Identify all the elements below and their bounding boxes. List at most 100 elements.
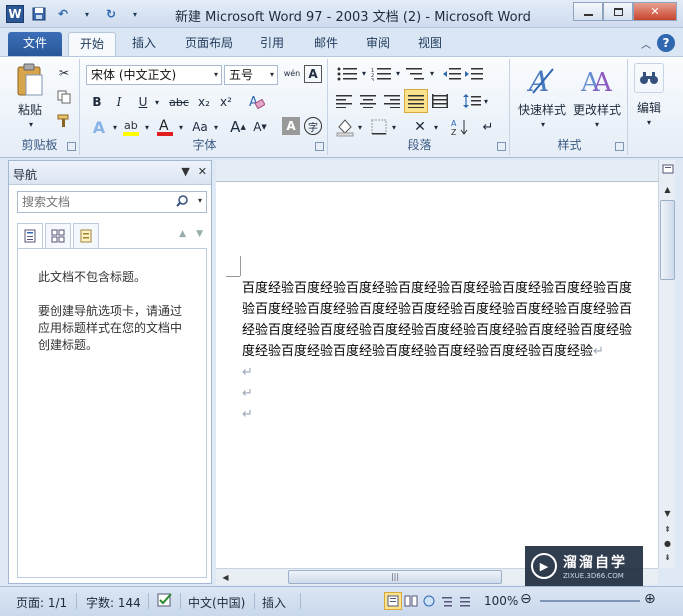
doc-line[interactable]: 验百度经验百度经验百度经验百度经验百度经验百度经验百度经验百 <box>242 299 658 320</box>
help-icon[interactable]: ? <box>657 34 675 52</box>
print-layout-view-icon[interactable] <box>384 592 402 610</box>
editing-button[interactable]: 编辑 <box>630 99 668 116</box>
bullets-dropdown-icon[interactable]: ▾ <box>360 67 368 79</box>
paste-button[interactable]: 粘贴 <box>10 101 50 118</box>
draft-view-icon[interactable] <box>456 592 474 610</box>
superscript-button[interactable]: x² <box>216 93 236 111</box>
close-button[interactable]: ✕ <box>633 2 677 21</box>
borders-dropdown-icon[interactable]: ▾ <box>390 121 398 133</box>
distributed-icon[interactable] <box>430 91 450 111</box>
character-border-icon[interactable]: A <box>304 65 322 83</box>
bold-button[interactable]: B <box>88 93 106 111</box>
copy-icon[interactable] <box>56 89 72 105</box>
align-center-icon[interactable] <box>358 91 378 111</box>
change-styles-icon[interactable]: AA <box>578 61 614 99</box>
zoom-in-icon[interactable]: ⊕ <box>644 591 656 607</box>
word-count[interactable]: 字数: 144 <box>86 594 141 611</box>
editing-dropdown-icon[interactable]: ▾ <box>644 117 654 127</box>
tab-page-layout[interactable]: 页面布局 <box>176 32 242 56</box>
tab-review[interactable]: 审阅 <box>356 32 400 56</box>
change-case-button[interactable]: Aa <box>188 117 212 137</box>
empty-paragraph[interactable]: ↵ <box>242 383 658 404</box>
language-indicator[interactable]: 中文(中国) <box>188 594 245 611</box>
next-page-icon[interactable]: ⇟ <box>660 550 675 564</box>
font-size-dropdown-icon[interactable]: ▾ <box>270 66 274 84</box>
change-styles-button[interactable]: 更改样式 <box>570 101 624 118</box>
empty-paragraph[interactable]: ↵ <box>242 362 658 383</box>
align-right-icon[interactable] <box>382 91 402 111</box>
nav-close-icon[interactable]: ✕ <box>198 165 207 178</box>
search-icon[interactable] <box>176 195 188 210</box>
redo-icon[interactable]: ↻ <box>102 5 120 23</box>
paste-icon[interactable] <box>12 61 48 101</box>
nav-tab-results[interactable] <box>73 223 99 249</box>
sort-icon[interactable]: AZ <box>450 117 472 137</box>
font-name-combo[interactable]: 宋体 (中文正文) ▾ <box>86 65 222 85</box>
shading-icon[interactable] <box>334 117 356 137</box>
tab-references[interactable]: 引用 <box>250 32 294 56</box>
vertical-scroll-thumb[interactable] <box>660 200 675 280</box>
bullets-icon[interactable] <box>336 65 360 83</box>
align-left-icon[interactable] <box>334 91 354 111</box>
search-dropdown-icon[interactable]: ▾ <box>198 196 202 205</box>
multilevel-list-icon[interactable] <box>404 65 428 83</box>
nav-down-icon[interactable]: ▼ <box>196 229 203 239</box>
enclose-characters-icon[interactable]: 字 <box>304 117 322 135</box>
phonetic-guide-icon[interactable]: wén <box>282 63 302 85</box>
scroll-up-icon[interactable]: ▲ <box>660 182 675 196</box>
text-effects-icon[interactable]: A <box>88 117 110 137</box>
full-screen-reading-icon[interactable] <box>402 592 420 610</box>
horizontal-scroll-thumb[interactable]: ||| <box>288 570 502 584</box>
zoom-slider[interactable] <box>540 600 640 602</box>
font-name-dropdown-icon[interactable]: ▾ <box>214 66 218 84</box>
proofing-icon[interactable] <box>156 591 174 612</box>
previous-page-icon[interactable]: ⇞ <box>660 522 675 536</box>
paste-dropdown-icon[interactable]: ▾ <box>24 119 38 129</box>
numbering-icon[interactable]: 123 <box>370 65 394 83</box>
line-spacing-icon[interactable] <box>462 91 482 111</box>
empty-paragraph[interactable]: ↵ <box>242 404 658 425</box>
outline-view-icon[interactable] <box>438 592 456 610</box>
zoom-level[interactable]: 100% <box>484 594 518 608</box>
tab-view[interactable]: 视图 <box>408 32 452 56</box>
quick-styles-button[interactable]: 快速样式 <box>514 101 570 118</box>
document-page[interactable]: 百度经验百度经验百度经验百度经验百度经验百度经验百度经验百度 验百度经验百度经验… <box>216 182 658 568</box>
highlight-icon[interactable]: ab <box>120 117 142 137</box>
clipboard-launcher-icon[interactable] <box>67 142 76 151</box>
clear-formatting-icon[interactable]: A <box>246 91 266 111</box>
highlight-dropdown-icon[interactable]: ▾ <box>142 121 152 133</box>
zoom-out-icon[interactable]: ⊖ <box>520 591 532 607</box>
text-effects-dropdown-icon[interactable]: ▾ <box>110 121 120 133</box>
change-styles-dropdown-icon[interactable]: ▾ <box>592 119 602 129</box>
character-shading-icon[interactable]: A <box>282 117 300 135</box>
tab-file[interactable]: 文件 <box>8 32 62 56</box>
asian-layout-icon[interactable]: ✕ <box>408 117 432 137</box>
quick-styles-icon[interactable]: A <box>524 61 560 99</box>
styles-launcher-icon[interactable] <box>615 142 624 151</box>
font-size-combo[interactable]: 五号 ▾ <box>224 65 278 85</box>
line-spacing-dropdown-icon[interactable]: ▾ <box>482 95 490 107</box>
grow-font-icon[interactable]: A ▲ <box>228 117 248 137</box>
numbering-dropdown-icon[interactable]: ▾ <box>394 67 402 79</box>
document-body[interactable]: 百度经验百度经验百度经验百度经验百度经验百度经验百度经验百度 验百度经验百度经验… <box>242 278 658 425</box>
subscript-button[interactable]: x₂ <box>194 93 214 111</box>
binoculars-icon[interactable] <box>634 63 664 93</box>
insert-mode[interactable]: 插入 <box>262 594 286 611</box>
cut-icon[interactable]: ✂ <box>56 65 72 81</box>
increase-indent-icon[interactable] <box>464 65 484 83</box>
font-color-dropdown-icon[interactable]: ▾ <box>176 121 186 133</box>
decrease-indent-icon[interactable] <box>442 65 462 83</box>
strikethrough-button[interactable]: abc <box>166 93 192 111</box>
format-painter-icon[interactable] <box>56 113 72 129</box>
underline-button[interactable]: U <box>134 93 152 111</box>
font-color-icon[interactable]: A <box>154 117 176 137</box>
save-icon[interactable] <box>30 5 48 23</box>
underline-dropdown-icon[interactable]: ▾ <box>152 95 162 109</box>
horizontal-ruler[interactable] <box>216 160 658 182</box>
scroll-left-icon[interactable]: ◀ <box>218 570 233 584</box>
show-marks-icon[interactable]: ↵ <box>478 117 498 137</box>
quick-styles-dropdown-icon[interactable]: ▾ <box>538 119 548 129</box>
doc-line[interactable]: 百度经验百度经验百度经验百度经验百度经验百度经验百度经验百度 <box>242 278 658 299</box>
font-launcher-icon[interactable] <box>315 142 324 151</box>
ruler-toggle-icon[interactable] <box>660 162 675 176</box>
